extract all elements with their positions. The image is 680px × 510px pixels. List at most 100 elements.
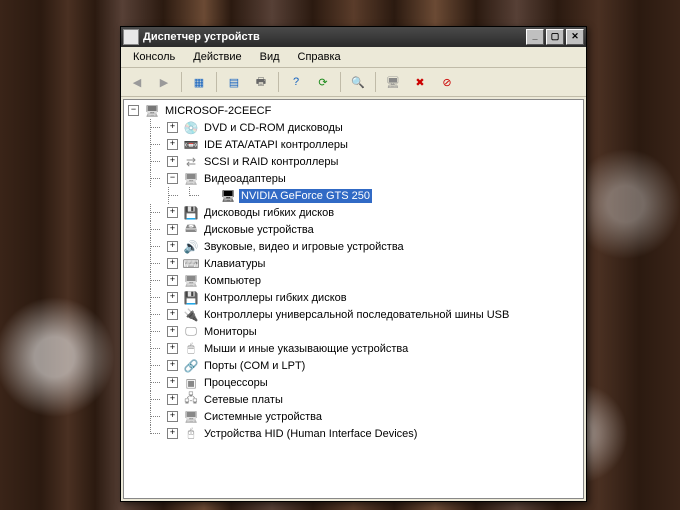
menu-view[interactable]: Вид [252, 49, 288, 65]
expand-icon[interactable]: + [167, 411, 178, 422]
device-category-icon: 💾 [183, 290, 199, 306]
titlebar[interactable]: Диспетчер устройств _ ▢ ✕ [121, 27, 586, 47]
tree-connector [164, 187, 182, 204]
uninstall-button[interactable]: 🖥 [381, 70, 405, 94]
tree-category[interactable]: +💿DVD и CD-ROM дисководы [146, 119, 583, 136]
expand-icon[interactable]: + [167, 207, 178, 218]
device-icon: 🖥 [220, 188, 236, 204]
menubar: Консоль Действие Вид Справка [121, 47, 586, 68]
minimize-button[interactable]: _ [526, 29, 544, 45]
expand-icon[interactable]: + [167, 428, 178, 439]
expand-icon[interactable]: + [167, 360, 178, 371]
expand-icon[interactable]: + [167, 394, 178, 405]
tree-category-label: Дисководы гибких дисков [202, 206, 336, 220]
help-icon: ? [293, 76, 299, 88]
tree-device-label: NVIDIA GeForce GTS 250 [239, 189, 372, 203]
tree-category[interactable]: +📼IDE ATA/ATAPI контроллеры [146, 136, 583, 153]
expand-icon[interactable]: + [167, 241, 178, 252]
device-category-icon: 🖱 [183, 341, 199, 357]
expand-icon[interactable]: + [167, 224, 178, 235]
device-category-icon: 🖥 [183, 409, 199, 425]
tree-connector [146, 374, 164, 391]
scan-button[interactable]: 🔍 [346, 70, 370, 94]
device-category-icon: 🔗 [183, 358, 199, 374]
expand-icon[interactable]: + [167, 258, 178, 269]
menu-help[interactable]: Справка [290, 49, 349, 65]
back-button[interactable]: ◀ [125, 70, 149, 94]
tree-category-label: Сетевые платы [202, 393, 285, 407]
tree-button[interactable]: ▦ [187, 70, 211, 94]
tree-connector [146, 340, 164, 357]
toolbar-separator [216, 72, 217, 92]
tree-category[interactable]: + 🖥Системные устройства [146, 408, 583, 425]
tree-leaf-spacer [206, 191, 215, 200]
tree-category[interactable]: +💾Дисководы гибких дисков [146, 204, 583, 221]
help-button[interactable]: ? [284, 70, 308, 94]
expand-icon[interactable]: + [167, 326, 178, 337]
tree-category[interactable]: +💾Контроллеры гибких дисков [146, 289, 583, 306]
tree-connector [146, 221, 164, 238]
tree-connector [146, 238, 164, 255]
tree-root[interactable]: −🖥MICROSOF-2CEECF [128, 102, 583, 119]
forward-button[interactable]: ▶ [152, 70, 176, 94]
device-category-icon: ⇄ [183, 154, 199, 170]
device-category-icon: 🖴 [183, 222, 199, 238]
properties-button[interactable]: ▤ [222, 70, 246, 94]
update-icon: ⊘ [442, 76, 451, 89]
expand-icon[interactable]: + [167, 377, 178, 388]
back-icon: ◀ [133, 76, 141, 89]
properties-icon: ▤ [229, 76, 239, 89]
tree-category[interactable]: −🖥Видеоадаптеры [146, 170, 583, 187]
scan-icon: 🔍 [351, 76, 365, 89]
tree-device[interactable]: 🖥NVIDIA GeForce GTS 250 [164, 187, 583, 204]
toolbar-separator [181, 72, 182, 92]
expand-icon[interactable]: + [167, 343, 178, 354]
device-category-icon: 🖰 [183, 426, 199, 442]
expand-icon[interactable]: + [167, 122, 178, 133]
collapse-icon[interactable]: − [128, 105, 139, 116]
tree-connector [146, 170, 164, 187]
tree-category[interactable]: +🖥Компьютер [146, 272, 583, 289]
print-button[interactable]: 🖶 [249, 70, 273, 94]
tree-category-label: Системные устройства [202, 410, 324, 424]
tree-connector [146, 425, 164, 442]
menu-console[interactable]: Консоль [125, 49, 183, 65]
tree-category[interactable]: +🔗Порты (COM и LPT) [146, 357, 583, 374]
update-button[interactable]: ⊘ [435, 70, 459, 94]
tree-category[interactable]: +⇄SCSI и RAID контроллеры [146, 153, 583, 170]
tree-root-label: MICROSOF-2CEECF [163, 104, 273, 118]
tree-category[interactable]: +🖴Дисковые устройства [146, 221, 583, 238]
tree-category-label: Видеоадаптеры [202, 172, 288, 186]
expand-icon[interactable]: + [167, 156, 178, 167]
expand-icon[interactable]: + [167, 292, 178, 303]
tree-category-label: Звуковые, видео и игровые устройства [202, 240, 406, 254]
tree-category[interactable]: +▣Процессоры [146, 374, 583, 391]
tree-connector [146, 323, 164, 340]
close-button[interactable]: ✕ [566, 29, 584, 45]
toolbar: ◀ ▶ ▦ ▤ 🖶 ? ⟳ 🔍 🖥 ✖ ⊘ [121, 68, 586, 97]
device-category-icon: 🔌 [183, 307, 199, 323]
device-category-icon: 🖵 [183, 324, 199, 340]
tree-category[interactable]: +🖰Устройства HID (Human Interface Device… [146, 425, 583, 442]
tree-category[interactable]: +🖱Мыши и иные указывающие устройства [146, 340, 583, 357]
expand-icon[interactable]: + [167, 309, 178, 320]
device-tree-pane[interactable]: −🖥MICROSOF-2CEECF+💿DVD и CD-ROM дисковод… [123, 99, 584, 499]
tree-category[interactable]: +⌨Клавиатуры [146, 255, 583, 272]
tree-category[interactable]: +🖵Мониторы [146, 323, 583, 340]
app-icon [123, 29, 139, 45]
menu-action[interactable]: Действие [185, 49, 249, 65]
tree-category[interactable]: +🔌Контроллеры универсальной последовател… [146, 306, 583, 323]
tree-connector [146, 272, 164, 289]
tree-category[interactable]: +🔊Звуковые, видео и игровые устройства [146, 238, 583, 255]
tree-connector [146, 153, 164, 170]
expand-icon[interactable]: + [167, 275, 178, 286]
expand-icon[interactable]: + [167, 139, 178, 150]
tree-connector [185, 187, 203, 204]
tree-connector [146, 204, 164, 221]
maximize-button[interactable]: ▢ [546, 29, 564, 45]
refresh-button[interactable]: ⟳ [311, 70, 335, 94]
disable-button[interactable]: ✖ [408, 70, 432, 94]
tree-category[interactable]: +🖧Сетевые платы [146, 391, 583, 408]
collapse-icon[interactable]: − [167, 173, 178, 184]
tree-category-label: Клавиатуры [202, 257, 267, 271]
